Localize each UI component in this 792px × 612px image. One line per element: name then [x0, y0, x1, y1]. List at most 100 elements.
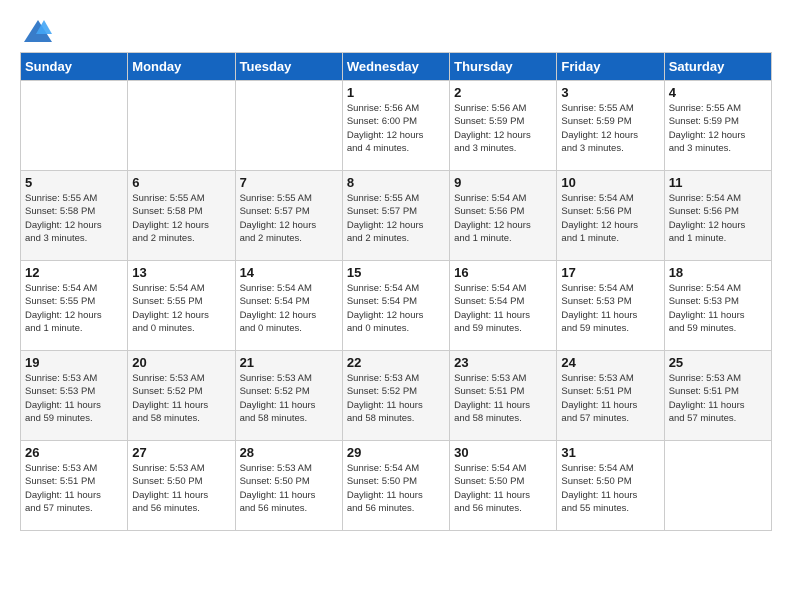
weekday-header-thursday: Thursday [450, 53, 557, 81]
day-info: Sunrise: 5:54 AM Sunset: 5:56 PM Dayligh… [454, 192, 552, 245]
calendar-cell: 20 Sunrise: 5:53 AM Sunset: 5:52 PM Dayli… [128, 351, 235, 441]
calendar-cell: 9 Sunrise: 5:54 AM Sunset: 5:56 PM Daylig… [450, 171, 557, 261]
day-info: Sunrise: 5:53 AM Sunset: 5:51 PM Dayligh… [454, 372, 552, 425]
day-info: Sunrise: 5:56 AM Sunset: 6:00 PM Dayligh… [347, 102, 445, 155]
day-number: 6 [132, 175, 230, 190]
day-number: 14 [240, 265, 338, 280]
calendar-cell: 26Sunrise: 5:53 AM Sunset: 5:51 PM Dayli… [21, 441, 128, 531]
weekday-header-sunday: Sunday [21, 53, 128, 81]
day-number: 30 [454, 445, 552, 460]
calendar-cell: 27Sunrise: 5:53 AM Sunset: 5:50 PM Dayli… [128, 441, 235, 531]
day-info: Sunrise: 5:55 AM Sunset: 5:58 PM Dayligh… [132, 192, 230, 245]
day-number: 3 [561, 85, 659, 100]
calendar-week-row: 19 Sunrise: 5:53 AM Sunset: 5:53 PM Dayli… [21, 351, 772, 441]
calendar-cell [128, 81, 235, 171]
day-number: 31 [561, 445, 659, 460]
day-number: 9 [454, 175, 552, 190]
calendar-cell: 31 Sunrise: 5:54 AM Sunset: 5:50 PM Dayli… [557, 441, 664, 531]
calendar-cell: 19 Sunrise: 5:53 AM Sunset: 5:53 PM Dayli… [21, 351, 128, 441]
weekday-header-saturday: Saturday [664, 53, 771, 81]
day-number: 16 [454, 265, 552, 280]
day-number: 12 [25, 265, 123, 280]
calendar-cell: 6 Sunrise: 5:55 AM Sunset: 5:58 PM Daylig… [128, 171, 235, 261]
calendar-cell: 17Sunrise: 5:54 AM Sunset: 5:53 PM Dayli… [557, 261, 664, 351]
day-info: Sunrise: 5:53 AM Sunset: 5:50 PM Dayligh… [132, 462, 230, 515]
day-info: Sunrise: 5:55 AM Sunset: 5:59 PM Dayligh… [669, 102, 767, 155]
day-number: 13 [132, 265, 230, 280]
weekday-header-friday: Friday [557, 53, 664, 81]
calendar-cell: 28 Sunrise: 5:53 AM Sunset: 5:50 PM Dayli… [235, 441, 342, 531]
calendar-cell: 2 Sunrise: 5:56 AM Sunset: 5:59 PM Daylig… [450, 81, 557, 171]
day-number: 20 [132, 355, 230, 370]
calendar-cell: 3 Sunrise: 5:55 AM Sunset: 5:59 PM Daylig… [557, 81, 664, 171]
calendar-header-row: SundayMondayTuesdayWednesdayThursdayFrid… [21, 53, 772, 81]
day-info: Sunrise: 5:55 AM Sunset: 5:57 PM Dayligh… [240, 192, 338, 245]
day-number: 17 [561, 265, 659, 280]
day-info: Sunrise: 5:55 AM Sunset: 5:57 PM Dayligh… [347, 192, 445, 245]
calendar-cell: 4 Sunrise: 5:55 AM Sunset: 5:59 PM Daylig… [664, 81, 771, 171]
day-info: Sunrise: 5:54 AM Sunset: 5:54 PM Dayligh… [240, 282, 338, 335]
calendar-cell: 22Sunrise: 5:53 AM Sunset: 5:52 PM Dayli… [342, 351, 449, 441]
calendar-cell [664, 441, 771, 531]
calendar-cell: 24 Sunrise: 5:53 AM Sunset: 5:51 PM Dayli… [557, 351, 664, 441]
day-number: 26 [25, 445, 123, 460]
day-number: 28 [240, 445, 338, 460]
day-info: Sunrise: 5:55 AM Sunset: 5:58 PM Dayligh… [25, 192, 123, 245]
day-number: 29 [347, 445, 445, 460]
day-number: 21 [240, 355, 338, 370]
calendar-cell: 16Sunrise: 5:54 AM Sunset: 5:54 PM Dayli… [450, 261, 557, 351]
calendar-cell: 11 Sunrise: 5:54 AM Sunset: 5:56 PM Dayli… [664, 171, 771, 261]
day-info: Sunrise: 5:53 AM Sunset: 5:50 PM Dayligh… [240, 462, 338, 515]
calendar-cell: 1 Sunrise: 5:56 AM Sunset: 6:00 PM Daylig… [342, 81, 449, 171]
day-number: 1 [347, 85, 445, 100]
calendar-cell: 25 Sunrise: 5:53 AM Sunset: 5:51 PM Dayli… [664, 351, 771, 441]
day-info: Sunrise: 5:54 AM Sunset: 5:54 PM Dayligh… [347, 282, 445, 335]
day-number: 10 [561, 175, 659, 190]
day-info: Sunrise: 5:53 AM Sunset: 5:52 PM Dayligh… [240, 372, 338, 425]
calendar-cell [21, 81, 128, 171]
calendar-cell: 23 Sunrise: 5:53 AM Sunset: 5:51 PM Dayli… [450, 351, 557, 441]
weekday-header-monday: Monday [128, 53, 235, 81]
day-number: 22 [347, 355, 445, 370]
day-number: 24 [561, 355, 659, 370]
day-info: Sunrise: 5:53 AM Sunset: 5:51 PM Dayligh… [669, 372, 767, 425]
day-info: Sunrise: 5:53 AM Sunset: 5:52 PM Dayligh… [132, 372, 230, 425]
day-info: Sunrise: 5:53 AM Sunset: 5:51 PM Dayligh… [561, 372, 659, 425]
day-info: Sunrise: 5:53 AM Sunset: 5:53 PM Dayligh… [25, 372, 123, 425]
day-number: 8 [347, 175, 445, 190]
day-info: Sunrise: 5:55 AM Sunset: 5:59 PM Dayligh… [561, 102, 659, 155]
weekday-header-tuesday: Tuesday [235, 53, 342, 81]
day-number: 2 [454, 85, 552, 100]
day-info: Sunrise: 5:54 AM Sunset: 5:50 PM Dayligh… [454, 462, 552, 515]
day-number: 7 [240, 175, 338, 190]
day-number: 19 [25, 355, 123, 370]
calendar-week-row: 5Sunrise: 5:55 AM Sunset: 5:58 PM Daylig… [21, 171, 772, 261]
day-info: Sunrise: 5:54 AM Sunset: 5:56 PM Dayligh… [669, 192, 767, 245]
logo [20, 20, 52, 42]
day-number: 25 [669, 355, 767, 370]
calendar-cell: 10Sunrise: 5:54 AM Sunset: 5:56 PM Dayli… [557, 171, 664, 261]
day-number: 11 [669, 175, 767, 190]
weekday-header-wednesday: Wednesday [342, 53, 449, 81]
calendar-week-row: 1 Sunrise: 5:56 AM Sunset: 6:00 PM Daylig… [21, 81, 772, 171]
day-info: Sunrise: 5:54 AM Sunset: 5:55 PM Dayligh… [25, 282, 123, 335]
calendar-cell: 5Sunrise: 5:55 AM Sunset: 5:58 PM Daylig… [21, 171, 128, 261]
calendar-cell: 12 Sunrise: 5:54 AM Sunset: 5:55 PM Dayli… [21, 261, 128, 351]
day-number: 4 [669, 85, 767, 100]
calendar-cell: 8 Sunrise: 5:55 AM Sunset: 5:57 PM Daylig… [342, 171, 449, 261]
calendar-cell [235, 81, 342, 171]
calendar-cell: 7 Sunrise: 5:55 AM Sunset: 5:57 PM Daylig… [235, 171, 342, 261]
page-header [20, 20, 772, 42]
calendar-week-row: 26Sunrise: 5:53 AM Sunset: 5:51 PM Dayli… [21, 441, 772, 531]
calendar-cell: 15 Sunrise: 5:54 AM Sunset: 5:54 PM Dayli… [342, 261, 449, 351]
calendar-cell: 18Sunrise: 5:54 AM Sunset: 5:53 PM Dayli… [664, 261, 771, 351]
day-info: Sunrise: 5:54 AM Sunset: 5:50 PM Dayligh… [347, 462, 445, 515]
day-number: 18 [669, 265, 767, 280]
day-info: Sunrise: 5:56 AM Sunset: 5:59 PM Dayligh… [454, 102, 552, 155]
day-number: 15 [347, 265, 445, 280]
day-number: 23 [454, 355, 552, 370]
calendar-cell: 21 Sunrise: 5:53 AM Sunset: 5:52 PM Dayli… [235, 351, 342, 441]
day-info: Sunrise: 5:54 AM Sunset: 5:50 PM Dayligh… [561, 462, 659, 515]
calendar-cell: 29 Sunrise: 5:54 AM Sunset: 5:50 PM Dayli… [342, 441, 449, 531]
calendar-cell: 30 Sunrise: 5:54 AM Sunset: 5:50 PM Dayli… [450, 441, 557, 531]
